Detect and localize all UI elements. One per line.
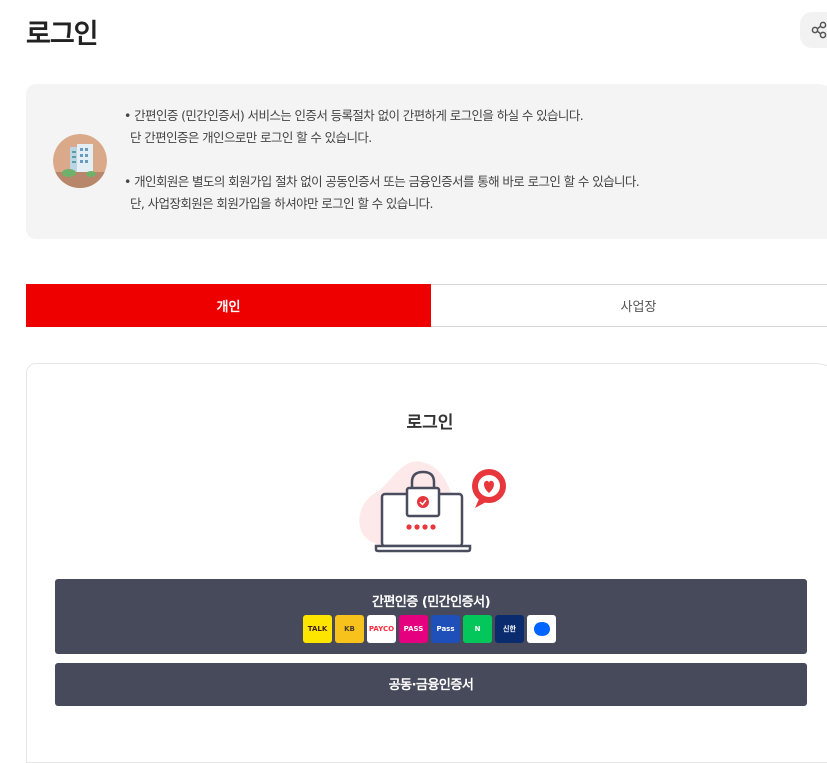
building-icon [53, 134, 107, 188]
certificate-login-label: 공동·금융인증서 [388, 678, 474, 693]
payco-icon: PAYCO [367, 615, 396, 643]
notice-line: 단 간편인증은 개인으로만 로그인 할 수 있습니다. [130, 130, 372, 145]
shinhan-icon: 신한 [495, 615, 524, 643]
page-title: 로그인 [26, 19, 99, 50]
notice-box: • 간편인증 (민간인증서) 서비스는 인증서 등록절차 없이 간편하게 로그인… [26, 84, 827, 239]
notice-text: • 간편인증 (민간인증서) 서비스는 인증서 등록절차 없이 간편하게 로그인… [124, 105, 640, 215]
member-type-tabs: 개인 사업장 [26, 284, 827, 327]
pass-icon: PASS [399, 615, 428, 643]
kakao-icon: TALK [303, 615, 332, 643]
notice-line: 단, 사업장회원은 회원가입을 하셔야만 로그인 할 수 있습니다. [130, 196, 433, 211]
auth-provider-row: TALK KB PAYCO PASS Pass N 신한 [303, 615, 556, 643]
toss-icon [527, 615, 556, 643]
tab-business[interactable]: 사업장 [431, 284, 827, 327]
kb-icon: KB [335, 615, 364, 643]
notice-line: • 개인회원은 별도의 회원가입 절차 없이 공동인증서 또는 금융인증서를 통… [124, 174, 640, 189]
laptop-lock-icon [352, 452, 512, 558]
login-card: 로그인 간편인증 (민간인증서) TALK KB PAYCO PASS Pass N 신한 … [26, 363, 827, 763]
simple-auth-button[interactable]: 간편인증 (민간인증서) TALK KB PAYCO PASS Pass N 신한 [55, 579, 807, 654]
samsung-pass-icon: Pass [431, 615, 460, 643]
tab-individual[interactable]: 개인 [26, 284, 431, 327]
certificate-login-button[interactable]: 공동·금융인증서 [55, 663, 807, 706]
naver-icon: N [463, 615, 492, 643]
notice-line: • 간편인증 (민간인증서) 서비스는 인증서 등록절차 없이 간편하게 로그인… [124, 108, 584, 123]
simple-auth-label: 간편인증 (민간인증서) [371, 595, 491, 610]
login-card-title: 로그인 [406, 413, 454, 433]
share-icon [811, 21, 827, 39]
share-button[interactable] [800, 12, 827, 48]
